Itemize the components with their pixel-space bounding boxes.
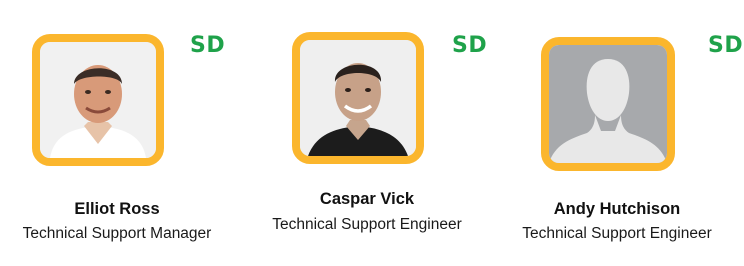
team-member-card: SD Andy Hutchison Technical Support Engi…	[492, 0, 742, 266]
member-role: Technical Support Engineer	[272, 216, 462, 233]
sd-badge: SD	[190, 33, 226, 58]
team-member-card: SD Elliot Ross Technical Support Manager	[0, 0, 242, 266]
team-member-card: SD Caspar Vick Technical Support Enginee…	[242, 0, 492, 266]
profile-photo	[32, 34, 164, 166]
default-silhouette-icon	[549, 45, 667, 163]
person-photo-icon	[40, 42, 156, 158]
member-name: Elliot Ross	[74, 200, 160, 218]
member-name: Andy Hutchison	[553, 200, 681, 218]
profile-photo	[292, 32, 424, 164]
member-role: Technical Support Manager	[22, 225, 212, 242]
sd-badge: SD	[708, 33, 744, 58]
profile-photo	[541, 37, 675, 171]
person-photo-icon	[300, 40, 416, 156]
sd-badge: SD	[452, 33, 488, 58]
member-name: Caspar Vick	[319, 190, 415, 208]
member-role: Technical Support Engineer	[522, 225, 712, 242]
